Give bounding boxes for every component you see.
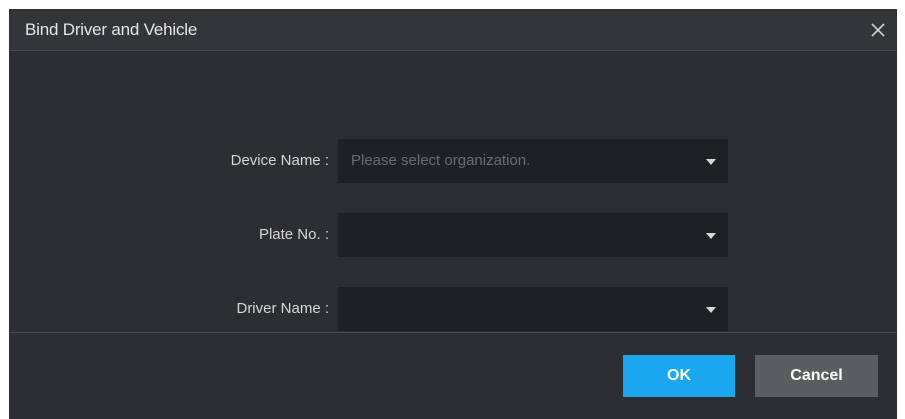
dialog-titlebar: Bind Driver and Vehicle — [9, 9, 897, 51]
close-icon[interactable] — [867, 19, 889, 41]
dialog-title: Bind Driver and Vehicle — [25, 19, 198, 39]
driver-name-select[interactable] — [338, 287, 728, 331]
driver-name-label: Driver Name : — [236, 300, 329, 317]
device-name-select[interactable]: Please select organization. — [338, 139, 728, 183]
bind-driver-vehicle-dialog: Bind Driver and Vehicle Device Name : Pl… — [9, 9, 897, 419]
chevron-down-icon — [706, 159, 716, 165]
plate-no-row: Plate No. : — [9, 213, 897, 257]
ok-button[interactable]: OK — [623, 355, 735, 397]
plate-no-select[interactable] — [338, 213, 728, 257]
device-name-placeholder: Please select organization. — [351, 152, 531, 169]
device-name-label: Device Name : — [230, 152, 329, 169]
dialog-footer: OK Cancel — [9, 333, 897, 419]
chevron-down-icon — [706, 233, 716, 239]
chevron-down-icon — [706, 307, 716, 313]
cancel-button[interactable]: Cancel — [755, 355, 878, 397]
driver-name-row: Driver Name : — [9, 287, 897, 331]
device-name-row: Device Name : Please select organization… — [9, 139, 897, 183]
dialog-body: Device Name : Please select organization… — [9, 51, 897, 333]
plate-no-label: Plate No. : — [258, 226, 329, 243]
